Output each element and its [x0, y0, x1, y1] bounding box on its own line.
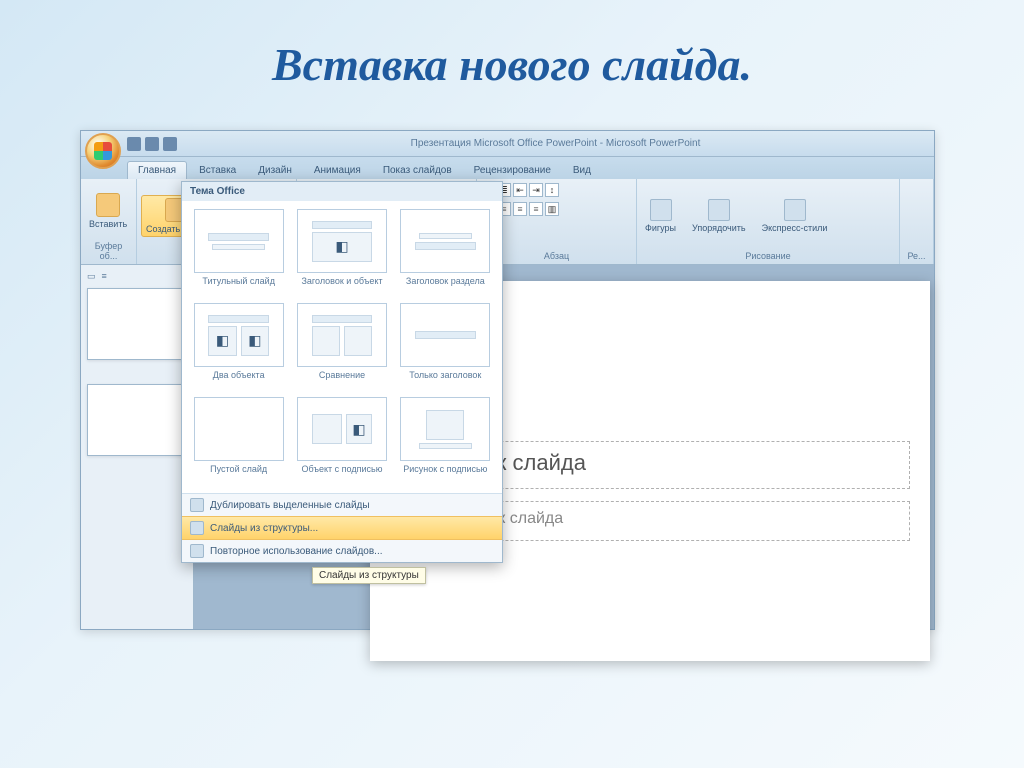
- ribbon-tabs: Главная Вставка Дизайн Анимация Показ сл…: [81, 157, 934, 179]
- layout-label: Титульный слайд: [202, 277, 275, 297]
- layout-content-caption[interactable]: ◧ Объект с подписью: [293, 397, 390, 485]
- tab-home[interactable]: Главная: [127, 161, 187, 179]
- reuse-icon: [190, 544, 204, 558]
- slides-tab-icon[interactable]: ▭: [87, 271, 96, 282]
- outline-tab-icon[interactable]: ≡: [102, 271, 107, 282]
- reuse-label: Повторное использование слайдов...: [210, 546, 383, 557]
- layout-two-content[interactable]: ◧◧ Два объекта: [190, 303, 287, 391]
- align-right-button[interactable]: ≡: [513, 202, 527, 216]
- indent-dec-button[interactable]: ⇤: [513, 183, 527, 197]
- columns-button[interactable]: ▥: [545, 202, 559, 216]
- layout-title-content[interactable]: ◧ Заголовок и объект: [293, 209, 390, 297]
- tab-animation[interactable]: Анимация: [304, 162, 371, 179]
- tab-insert[interactable]: Вставка: [189, 162, 246, 179]
- shapes-button[interactable]: Фигуры: [641, 197, 680, 235]
- layout-menu-header: Тема Office: [182, 182, 502, 201]
- quick-styles-button[interactable]: Экспресс-стили: [758, 197, 832, 235]
- reuse-slides-item[interactable]: Повторное использование слайдов...: [182, 540, 502, 562]
- duplicate-icon: [190, 498, 204, 512]
- arrange-icon: [708, 199, 730, 221]
- clipboard-icon: [96, 193, 120, 217]
- layout-picture-caption[interactable]: Рисунок с подписью: [397, 397, 494, 485]
- arrange-label: Упорядочить: [692, 223, 746, 233]
- line-spacing-button[interactable]: ↕: [545, 183, 559, 197]
- layout-label: Два объекта: [213, 371, 265, 391]
- layout-blank[interactable]: Пустой слайд: [190, 397, 287, 485]
- duplicate-slides-item[interactable]: Дублировать выделенные слайды: [182, 494, 502, 516]
- office-button[interactable]: [85, 133, 121, 169]
- paste-label: Вставить: [89, 219, 127, 229]
- indent-inc-button[interactable]: ⇥: [529, 183, 543, 197]
- layout-label: Рисунок с подписью: [403, 465, 487, 485]
- layout-label: Заголовок раздела: [406, 277, 485, 297]
- styles-icon: [784, 199, 806, 221]
- page-title: Вставка нового слайда.: [0, 0, 1024, 91]
- group-clipboard-label: Буфер об...: [85, 241, 132, 262]
- layout-title-only[interactable]: Только заголовок: [397, 303, 494, 391]
- arrange-button[interactable]: Упорядочить: [688, 197, 750, 235]
- layout-comparison[interactable]: Сравнение: [293, 303, 390, 391]
- layout-label: Заголовок и объект: [301, 277, 382, 297]
- tab-review[interactable]: Рецензирование: [464, 162, 561, 179]
- slide-thumbnail-1[interactable]: [87, 288, 187, 360]
- layout-label: Только заголовок: [409, 371, 481, 391]
- layout-label: Объект с подписью: [302, 465, 383, 485]
- slides-from-outline-item[interactable]: Слайды из структуры...: [182, 516, 502, 540]
- tooltip: Слайды из структуры: [312, 567, 426, 584]
- paste-button[interactable]: Вставить: [85, 191, 131, 231]
- layout-section-header[interactable]: Заголовок раздела: [397, 209, 494, 297]
- group-editing-label: Ре...: [904, 251, 929, 262]
- tab-view[interactable]: Вид: [563, 162, 601, 179]
- layout-label: Пустой слайд: [210, 465, 267, 485]
- tab-design[interactable]: Дизайн: [248, 162, 302, 179]
- powerpoint-window: Презентация Microsoft Office PowerPoint …: [80, 130, 935, 630]
- new-slide-layout-menu: Тема Office Титульный слайд ◧ Заголовок …: [181, 181, 503, 563]
- undo-icon[interactable]: [145, 137, 159, 151]
- slide-thumbnail-2[interactable]: [87, 384, 187, 456]
- quick-access-toolbar: [127, 137, 177, 151]
- group-paragraph-label: Абзац: [481, 251, 632, 262]
- styles-label: Экспресс-стили: [762, 223, 828, 233]
- shapes-icon: [650, 199, 672, 221]
- title-bar: Презентация Microsoft Office PowerPoint …: [81, 131, 934, 157]
- from-outline-label: Слайды из структуры...: [210, 523, 318, 534]
- slides-panel: ▭ ≡: [81, 265, 194, 629]
- shapes-label: Фигуры: [645, 223, 676, 233]
- align-justify-button[interactable]: ≡: [529, 202, 543, 216]
- duplicate-label: Дублировать выделенные слайды: [210, 500, 370, 511]
- layout-label: Сравнение: [319, 371, 365, 391]
- group-drawing-label: Рисование: [641, 251, 895, 262]
- window-title: Презентация Microsoft Office PowerPoint …: [177, 138, 934, 149]
- outline-icon: [190, 521, 204, 535]
- layout-title-slide[interactable]: Титульный слайд: [190, 209, 287, 297]
- save-icon[interactable]: [127, 137, 141, 151]
- tab-slideshow[interactable]: Показ слайдов: [373, 162, 462, 179]
- redo-icon[interactable]: [163, 137, 177, 151]
